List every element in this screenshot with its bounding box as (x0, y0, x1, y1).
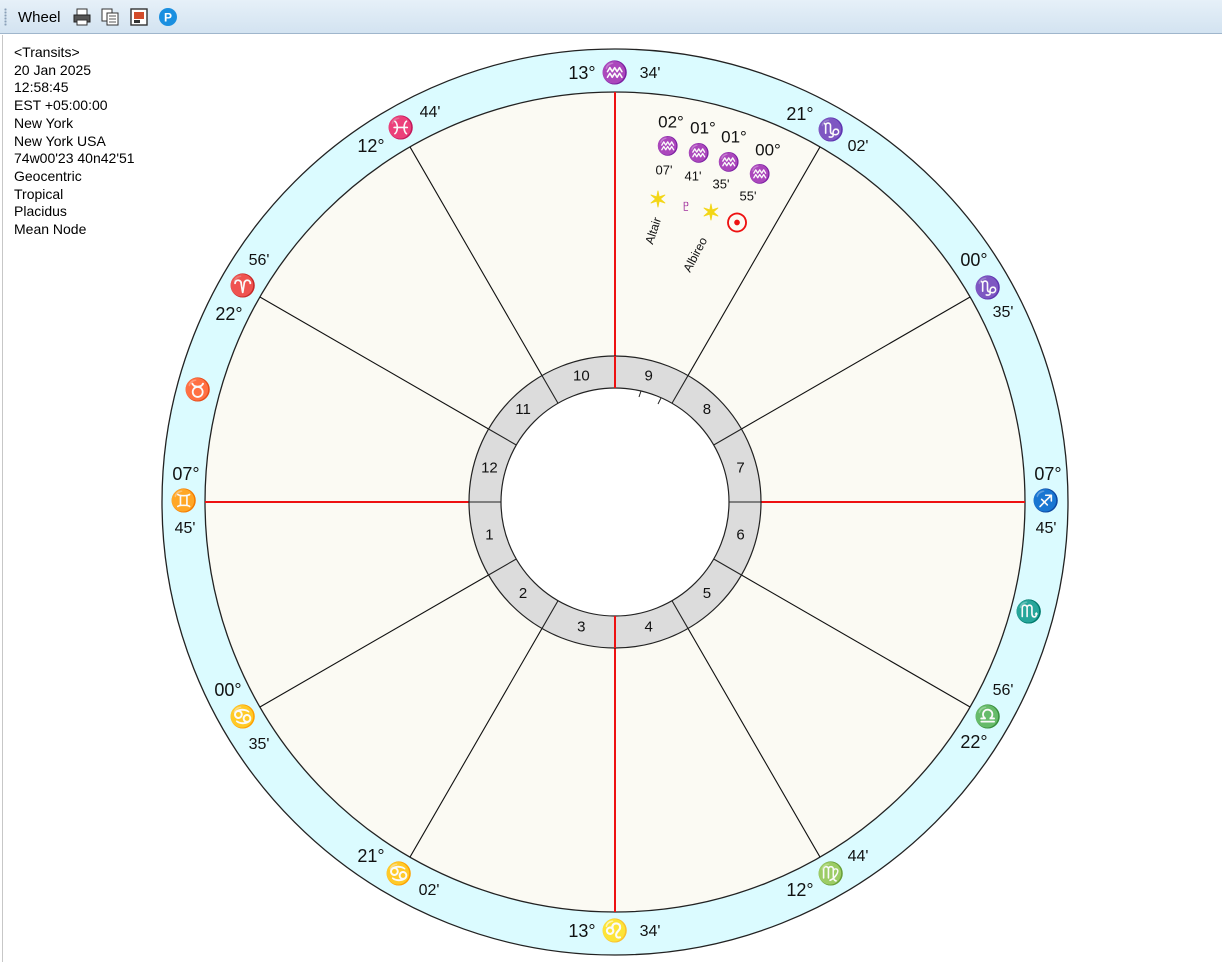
cusp-5-sign-glyph: ♋ (385, 861, 412, 886)
ic-sign-glyph: ♌ (601, 918, 628, 943)
cusp-2-sign-glyph: ♎ (974, 704, 1001, 729)
house-number-11: 11 (515, 401, 531, 418)
pluto-glyph: ♇ (678, 193, 695, 218)
albireo-degree: 01° (721, 127, 747, 146)
asc-minutes: 45' (1036, 520, 1057, 537)
altair-degree: 02° (658, 112, 684, 131)
ic-minutes: 34' (640, 923, 661, 940)
cusp-3-minutes: 44' (848, 848, 869, 865)
pluto-sign-glyph: ♒ (688, 142, 710, 163)
cusp-5-minutes: 02' (419, 882, 440, 899)
dsc-minutes: 45' (175, 520, 196, 537)
albireo-glyph: ✶ (702, 200, 720, 225)
sun-minutes: 55' (740, 188, 757, 203)
cusp-6-minutes: 35' (249, 736, 270, 753)
p-button[interactable]: P (158, 7, 178, 27)
copy-button[interactable] (100, 7, 120, 27)
mc-sign-glyph: ♒ (601, 60, 628, 85)
mc-degree: 13° (568, 63, 595, 83)
cusp-8-minutes: 56' (249, 252, 270, 269)
house-number-3: 3 (577, 619, 585, 636)
save-image-icon (130, 8, 148, 26)
house-number-7: 7 (736, 459, 744, 476)
svg-text:P: P (164, 11, 172, 25)
sun-degree: 00° (755, 140, 781, 159)
cusp-9-sign-glyph: ♓ (387, 115, 414, 140)
cusp-2-minutes: 56' (993, 682, 1014, 699)
albireo-sign-glyph: ♒ (718, 151, 740, 172)
cusp-5-degree: 21° (357, 846, 384, 866)
cusp-12-minutes: 35' (993, 304, 1014, 321)
altair-sign-glyph: ♒ (657, 135, 679, 156)
dsc-sign-glyph: ♊ (170, 488, 197, 513)
house-number-12: 12 (481, 459, 498, 476)
printer-icon (73, 8, 91, 26)
cusp-12-degree: 00° (960, 250, 987, 270)
pluto-degree: 01° (690, 118, 716, 137)
cusp-11-sign-glyph: ♑ (817, 117, 844, 142)
sun-glyph: ☉ (725, 208, 748, 238)
drag-grip[interactable] (4, 8, 7, 26)
house-number-1: 1 (485, 527, 493, 544)
cusp-11-degree: 21° (786, 104, 813, 124)
cusp-9-minutes: 44' (420, 104, 441, 121)
cusp-3-degree: 12° (786, 880, 813, 900)
chart-center (500, 387, 730, 617)
p-icon: P (159, 8, 177, 26)
window-titlebar: Wheel P (0, 0, 1222, 34)
chart-window-content: <Transits> 20 Jan 2025 12:58:45 EST +05:… (2, 35, 1220, 962)
cusp-8-sign-glyph: ♈ (229, 273, 256, 298)
sun-sign-glyph: ♒ (749, 163, 771, 184)
cusp-2-degree: 22° (960, 732, 987, 752)
print-button[interactable] (72, 7, 92, 27)
altair-minutes: 07' (656, 162, 673, 177)
cusp-11-minutes: 02' (848, 138, 869, 155)
house-number-4: 4 (644, 619, 652, 636)
copy-icon (101, 8, 119, 26)
cusp-8-degree: 22° (215, 304, 242, 324)
save-image-button[interactable] (129, 7, 149, 27)
house-number-8: 8 (703, 401, 711, 418)
house-number-9: 9 (644, 367, 652, 384)
cusp-3-sign-glyph: ♍ (817, 861, 844, 886)
scorpio-glyph: ♏ (1015, 599, 1042, 624)
chart-wheel[interactable]: 98765432112111013° ♒ 34'21°♑02'00°♑35'07°♐… (3, 35, 1221, 962)
mc-minutes: 34' (640, 65, 661, 82)
dsc-degree: 07° (172, 464, 199, 484)
window-title: Wheel (18, 9, 61, 26)
asc-sign-glyph: ♐ (1032, 488, 1059, 513)
cusp-6-degree: 00° (214, 680, 241, 700)
altair-glyph: ✶ (649, 187, 667, 212)
pluto-minutes: 41' (685, 168, 702, 183)
ic-degree: 13° (568, 921, 595, 941)
house-number-5: 5 (703, 585, 711, 602)
house-number-10: 10 (573, 367, 590, 384)
cusp-9-degree: 12° (357, 136, 384, 156)
asc-degree: 07° (1034, 464, 1061, 484)
house-number-2: 2 (519, 585, 527, 602)
taurus-glyph: ♉ (184, 377, 211, 402)
cusp-12-sign-glyph: ♑ (974, 275, 1001, 300)
cusp-6-sign-glyph: ♋ (229, 704, 256, 729)
albireo-minutes: 35' (713, 176, 730, 191)
house-number-6: 6 (736, 527, 744, 544)
